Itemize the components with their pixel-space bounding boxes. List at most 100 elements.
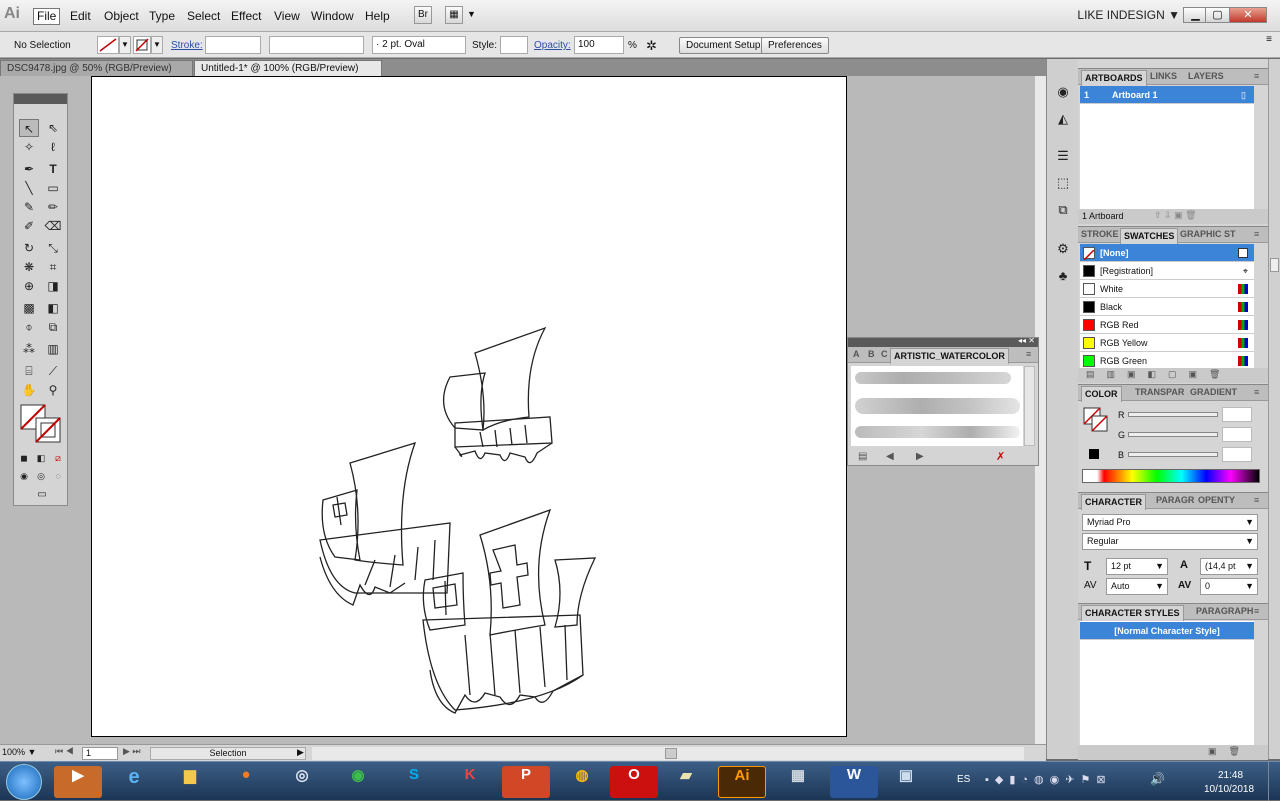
move-up-icon[interactable]: ⇧ ⇩ ▣ 🗑 — [1154, 210, 1197, 221]
tab-character[interactable]: CHARACTER — [1081, 494, 1146, 510]
volume-icon[interactable]: 🔊 — [1150, 772, 1165, 786]
opacity-label[interactable]: Opacity: — [534, 40, 571, 51]
opera-icon[interactable]: O — [610, 766, 658, 798]
font-family-select[interactable]: Myriad Pro ▼ — [1082, 514, 1258, 531]
fill-stroke-indicator[interactable] — [20, 404, 64, 444]
brush-panel-titlebar[interactable]: ◂◂ ✕ — [848, 336, 1038, 347]
color-mode-icon[interactable]: ◼ — [16, 449, 32, 467]
menu-effect[interactable]: Effect — [228, 8, 264, 25]
powerpoint-icon[interactable]: P — [502, 766, 550, 798]
direct-selection-tool-icon[interactable]: ⇖ — [43, 119, 63, 137]
tab-character-styles[interactable]: CHARACTER STYLES — [1081, 605, 1184, 621]
rectangle-tool-icon[interactable]: ▭ — [43, 179, 63, 197]
panel-menu-icon[interactable]: ≡ — [1254, 387, 1259, 397]
tab-links[interactable]: LINKS — [1150, 71, 1177, 81]
stroke-weight-field[interactable] — [205, 36, 261, 54]
stroke-dropdown-icon[interactable]: ▼ — [151, 36, 163, 54]
tab-untitled-1[interactable]: Untitled-1* @ 100% (RGB/Preview)✕ — [194, 60, 382, 89]
menu-window[interactable]: Window — [308, 8, 357, 25]
variable-width-field[interactable] — [269, 36, 364, 54]
tab-paragraph[interactable]: PARAGR — [1156, 495, 1194, 505]
tab-swatches[interactable]: SWATCHES — [1120, 228, 1179, 244]
shape-builder-tool-icon[interactable]: ⊕ — [19, 277, 39, 295]
transparency-icon[interactable]: ◭ — [1054, 110, 1072, 128]
green-app-icon[interactable]: ◉ — [334, 766, 382, 798]
swatch-rgb-yellow[interactable]: RGB Yellow — [1080, 334, 1254, 352]
symbols-icon[interactable]: ♣ — [1054, 267, 1072, 285]
tab-brush-c[interactable]: C — [881, 349, 888, 359]
tab-graphic-styles[interactable]: GRAPHIC ST — [1180, 229, 1236, 239]
word-icon[interactable]: W — [830, 766, 878, 798]
swatch-library-icon[interactable]: ▤▥▣◧▢▣🗑 — [1086, 369, 1232, 380]
close-panel-icon[interactable]: ◂◂ ✕ — [1018, 336, 1035, 345]
brushes-icon[interactable]: ⚙ — [1054, 240, 1072, 258]
swatch-white[interactable]: White — [1080, 280, 1254, 298]
scale-tool-icon[interactable]: ⤡ — [43, 239, 63, 257]
status-menu-icon[interactable]: ▶ — [297, 747, 304, 758]
photo-viewer-icon[interactable]: ▣ — [882, 766, 930, 798]
horizontal-scroll-thumb[interactable] — [665, 748, 677, 759]
close-window-icon[interactable]: ✕ — [1229, 7, 1267, 23]
font-size-field[interactable]: 12 pt ▼ — [1106, 558, 1168, 575]
tab-color[interactable]: COLOR — [1081, 386, 1122, 402]
live-paint-tool-icon[interactable]: ◨ — [43, 277, 63, 295]
artboard-options-icon[interactable]: ▯ — [1241, 86, 1246, 104]
red-value-field[interactable] — [1222, 407, 1252, 422]
status-tool-field[interactable]: Selection — [150, 747, 306, 760]
character-style-row[interactable]: [Normal Character Style] — [1080, 622, 1254, 640]
panel-menu-icon[interactable]: ≡ — [1254, 71, 1259, 81]
gradient-tool-icon[interactable]: ◧ — [43, 299, 63, 317]
transform-icon[interactable]: ⬚ — [1054, 174, 1072, 192]
zoom-field[interactable]: 100% ▼ — [2, 747, 36, 757]
selection-tool-icon[interactable]: ↖ — [19, 119, 39, 137]
remove-brush-icon[interactable]: ✗ — [996, 450, 1005, 463]
green-value-field[interactable] — [1222, 427, 1252, 442]
draw-inside-icon[interactable]: ◌ — [50, 467, 66, 485]
paintbrush-tool-icon[interactable]: ✎ — [19, 198, 39, 216]
ships-line-art[interactable] — [315, 325, 605, 715]
tab-layers[interactable]: LAYERS — [1188, 71, 1224, 81]
system-tray-icon[interactable]: ▪◆▮◔◍◉✈⚑⊠ — [985, 773, 1112, 786]
tab-gradient[interactable]: GRADIENT — [1190, 387, 1237, 397]
red-slider[interactable] — [1128, 412, 1218, 417]
fill-swatch[interactable] — [97, 36, 119, 54]
draw-behind-icon[interactable]: ◎ — [33, 467, 49, 485]
free-transform-tool-icon[interactable]: ⌗ — [43, 258, 63, 276]
tab-opentype[interactable]: OPENTY — [1198, 495, 1235, 505]
warp-tool-icon[interactable]: ❋ — [19, 258, 39, 276]
green-slider[interactable] — [1128, 432, 1218, 437]
artboard-tool-icon[interactable]: ⌸ — [19, 362, 39, 380]
zoom-tool-icon[interactable]: ⚲ — [43, 381, 63, 399]
watercolor-brush-3[interactable] — [855, 426, 1020, 438]
leading-field[interactable]: (14,4 pt ▼ — [1200, 558, 1258, 575]
kaspersky-icon[interactable]: K — [446, 766, 494, 798]
pen-tool-icon[interactable]: ✒ — [19, 160, 39, 178]
artboard-row[interactable]: 1 Artboard 1 ▯ — [1080, 86, 1254, 104]
graphic-style-field[interactable] — [500, 36, 528, 54]
illustrator-taskbar-icon[interactable]: Ai — [718, 766, 766, 798]
files-app-icon[interactable]: ▰ — [662, 766, 710, 798]
brush-definition-field[interactable]: · 2 pt. Oval — [372, 36, 466, 54]
tab-brush-b[interactable]: B — [868, 349, 875, 359]
blue-slider[interactable] — [1128, 452, 1218, 457]
menu-object[interactable]: Object — [101, 8, 142, 25]
magic-wand-tool-icon[interactable]: ✧ — [19, 138, 39, 156]
artboard-nav-last-icon[interactable]: ▶ ⏭ — [123, 746, 141, 757]
hand-tool-icon[interactable]: ✋ — [19, 381, 39, 399]
pencil-tool-icon[interactable]: ✏ — [43, 198, 63, 216]
type-tool-icon[interactable]: T — [43, 160, 63, 178]
watercolor-brush-1[interactable] — [855, 372, 1011, 384]
artboard-nav-first-icon[interactable]: ⏮ ◀ — [55, 746, 74, 757]
blend-tool-icon[interactable]: ⧉ — [43, 318, 63, 336]
menu-select[interactable]: Select — [184, 8, 223, 25]
clock-date[interactable]: 10/10/2018 — [1204, 784, 1254, 795]
panel-menu-icon[interactable]: ≡ — [1026, 349, 1031, 359]
mesh-tool-icon[interactable]: ▩ — [19, 299, 39, 317]
blob-brush-tool-icon[interactable]: ✐ — [19, 217, 39, 235]
stroke-swatch[interactable] — [133, 36, 151, 54]
color-spectrum[interactable] — [1082, 469, 1260, 483]
opacity-field[interactable]: 100 — [574, 36, 624, 54]
panel-scroll-thumb[interactable] — [1270, 258, 1279, 272]
file-explorer-icon[interactable]: ▆ — [166, 766, 214, 798]
tab-brush-a[interactable]: A — [853, 349, 860, 359]
